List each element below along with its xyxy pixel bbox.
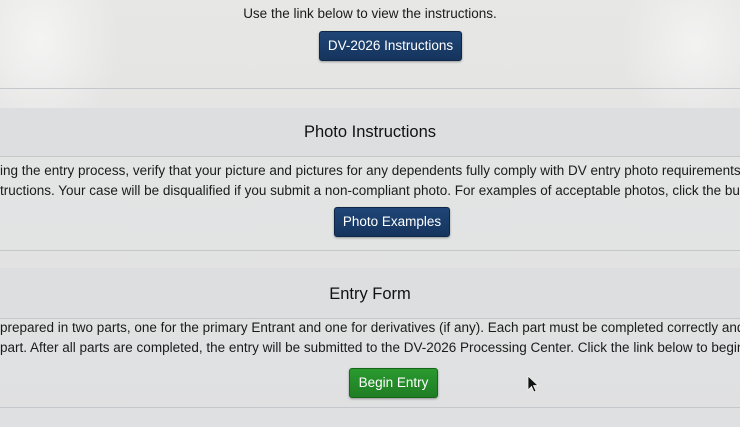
section-divider [0,250,740,251]
entry-form-line-1: prepared in two parts, one for the prima… [0,320,740,335]
photo-instructions-line-1: ing the entry process, verify that your … [0,163,740,178]
mouse-pointer-icon [527,375,539,393]
section-divider [0,88,740,89]
begin-entry-button[interactable]: Begin Entry [349,368,438,398]
section-divider [0,156,740,157]
section-divider [0,318,740,319]
instructions-intro-text: Use the link below to view the instructi… [243,6,497,21]
photo-instructions-heading: Photo Instructions [303,123,437,141]
photo-examples-button[interactable]: Photo Examples [334,207,450,237]
photo-instructions-line-2: tructions. Your case will be disqualifie… [0,183,740,198]
page: Use the link below to view the instructi… [0,0,740,427]
entry-form-line-2: part. After all parts are completed, the… [0,340,740,355]
dv-instructions-button[interactable]: DV-2026 Instructions [319,31,462,61]
entry-form-heading: Entry Form [329,285,411,303]
section-divider [0,407,740,408]
